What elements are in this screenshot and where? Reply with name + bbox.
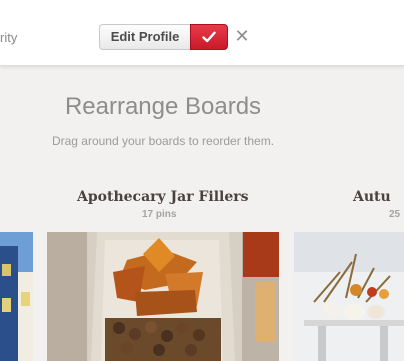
- page-title: Rearrange Boards: [64, 93, 262, 120]
- board-title: Autu: [353, 189, 391, 205]
- board-pin-count: 25: [389, 209, 401, 220]
- house-image: [0, 232, 33, 361]
- edit-profile-button[interactable]: Edit Profile: [99, 24, 190, 50]
- autumn-decor-image: [294, 232, 404, 361]
- board-pin-count: 17 pins: [142, 209, 177, 220]
- top-bar: rity Edit Profile ✕: [0, 0, 404, 66]
- nav-link-partial[interactable]: rity: [0, 30, 17, 45]
- board-title: Apothecary Jar Fillers: [77, 189, 249, 205]
- board-thumbnail[interactable]: [47, 232, 279, 361]
- board-thumbnail[interactable]: [294, 232, 404, 361]
- done-button[interactable]: [190, 24, 228, 50]
- close-icon[interactable]: ✕: [234, 26, 250, 46]
- board-thumbnail[interactable]: [0, 232, 33, 361]
- apothecary-jar-image: [47, 232, 279, 361]
- checkmark-icon: [202, 31, 216, 43]
- page-subtitle: Drag around your boards to reorder them.: [51, 134, 275, 148]
